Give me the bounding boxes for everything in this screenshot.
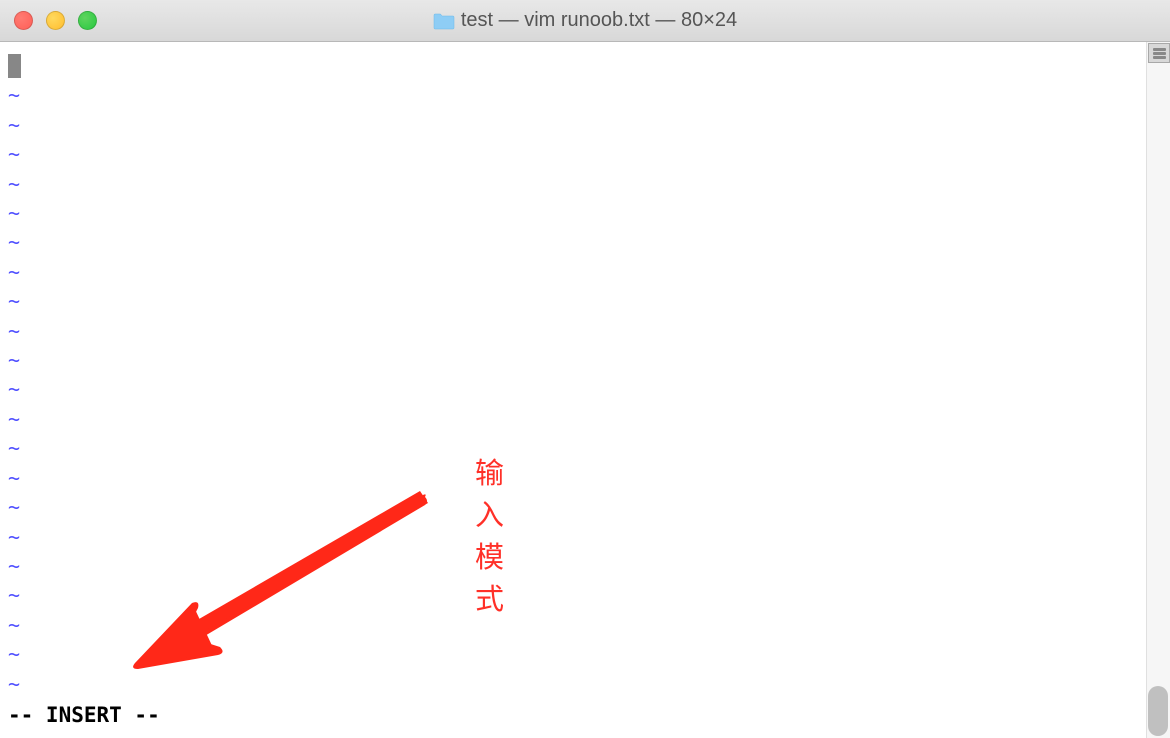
tilde-line: ~ [8,287,1162,316]
vim-editor[interactable]: ~~~~~~~~~~~~~~~~~~~~~ -- INSERT -- [0,42,1170,738]
maximize-button[interactable] [78,11,97,30]
cursor-block [8,54,21,78]
minimize-button[interactable] [46,11,65,30]
tilde-line: ~ [8,640,1162,669]
titlebar: test — vim runoob.txt — 80×24 [0,0,1170,42]
tilde-line: ~ [8,523,1162,552]
cursor-line [8,52,1162,81]
tilde-line: ~ [8,317,1162,346]
scrollbar-thumb[interactable] [1148,686,1168,736]
title-container: test — vim runoob.txt — 80×24 [0,9,1170,32]
tilde-line: ~ [8,375,1162,404]
scrollbar-toggle-icon[interactable] [1148,43,1170,63]
close-button[interactable] [14,11,33,30]
tilde-line: ~ [8,405,1162,434]
terminal-window: test — vim runoob.txt — 80×24 ~~~~~~~~~~… [0,0,1170,738]
tilde-line: ~ [8,111,1162,140]
tilde-line: ~ [8,434,1162,463]
tilde-line: ~ [8,228,1162,257]
vim-status-line: -- INSERT -- [8,699,1162,730]
tilde-line: ~ [8,581,1162,610]
scrollbar[interactable] [1146,42,1170,738]
tilde-line: ~ [8,258,1162,287]
tilde-line: ~ [8,611,1162,640]
tilde-line: ~ [8,170,1162,199]
tilde-line: ~ [8,464,1162,493]
tilde-line: ~ [8,81,1162,110]
window-title: test — vim runoob.txt — 80×24 [461,9,737,32]
folder-icon [433,12,455,30]
tilde-line: ~ [8,140,1162,169]
tilde-line: ~ [8,552,1162,581]
tilde-line: ~ [8,346,1162,375]
tilde-line: ~ [8,199,1162,228]
tilde-line: ~ [8,493,1162,522]
tilde-line: ~ [8,670,1162,699]
traffic-lights [14,11,97,30]
